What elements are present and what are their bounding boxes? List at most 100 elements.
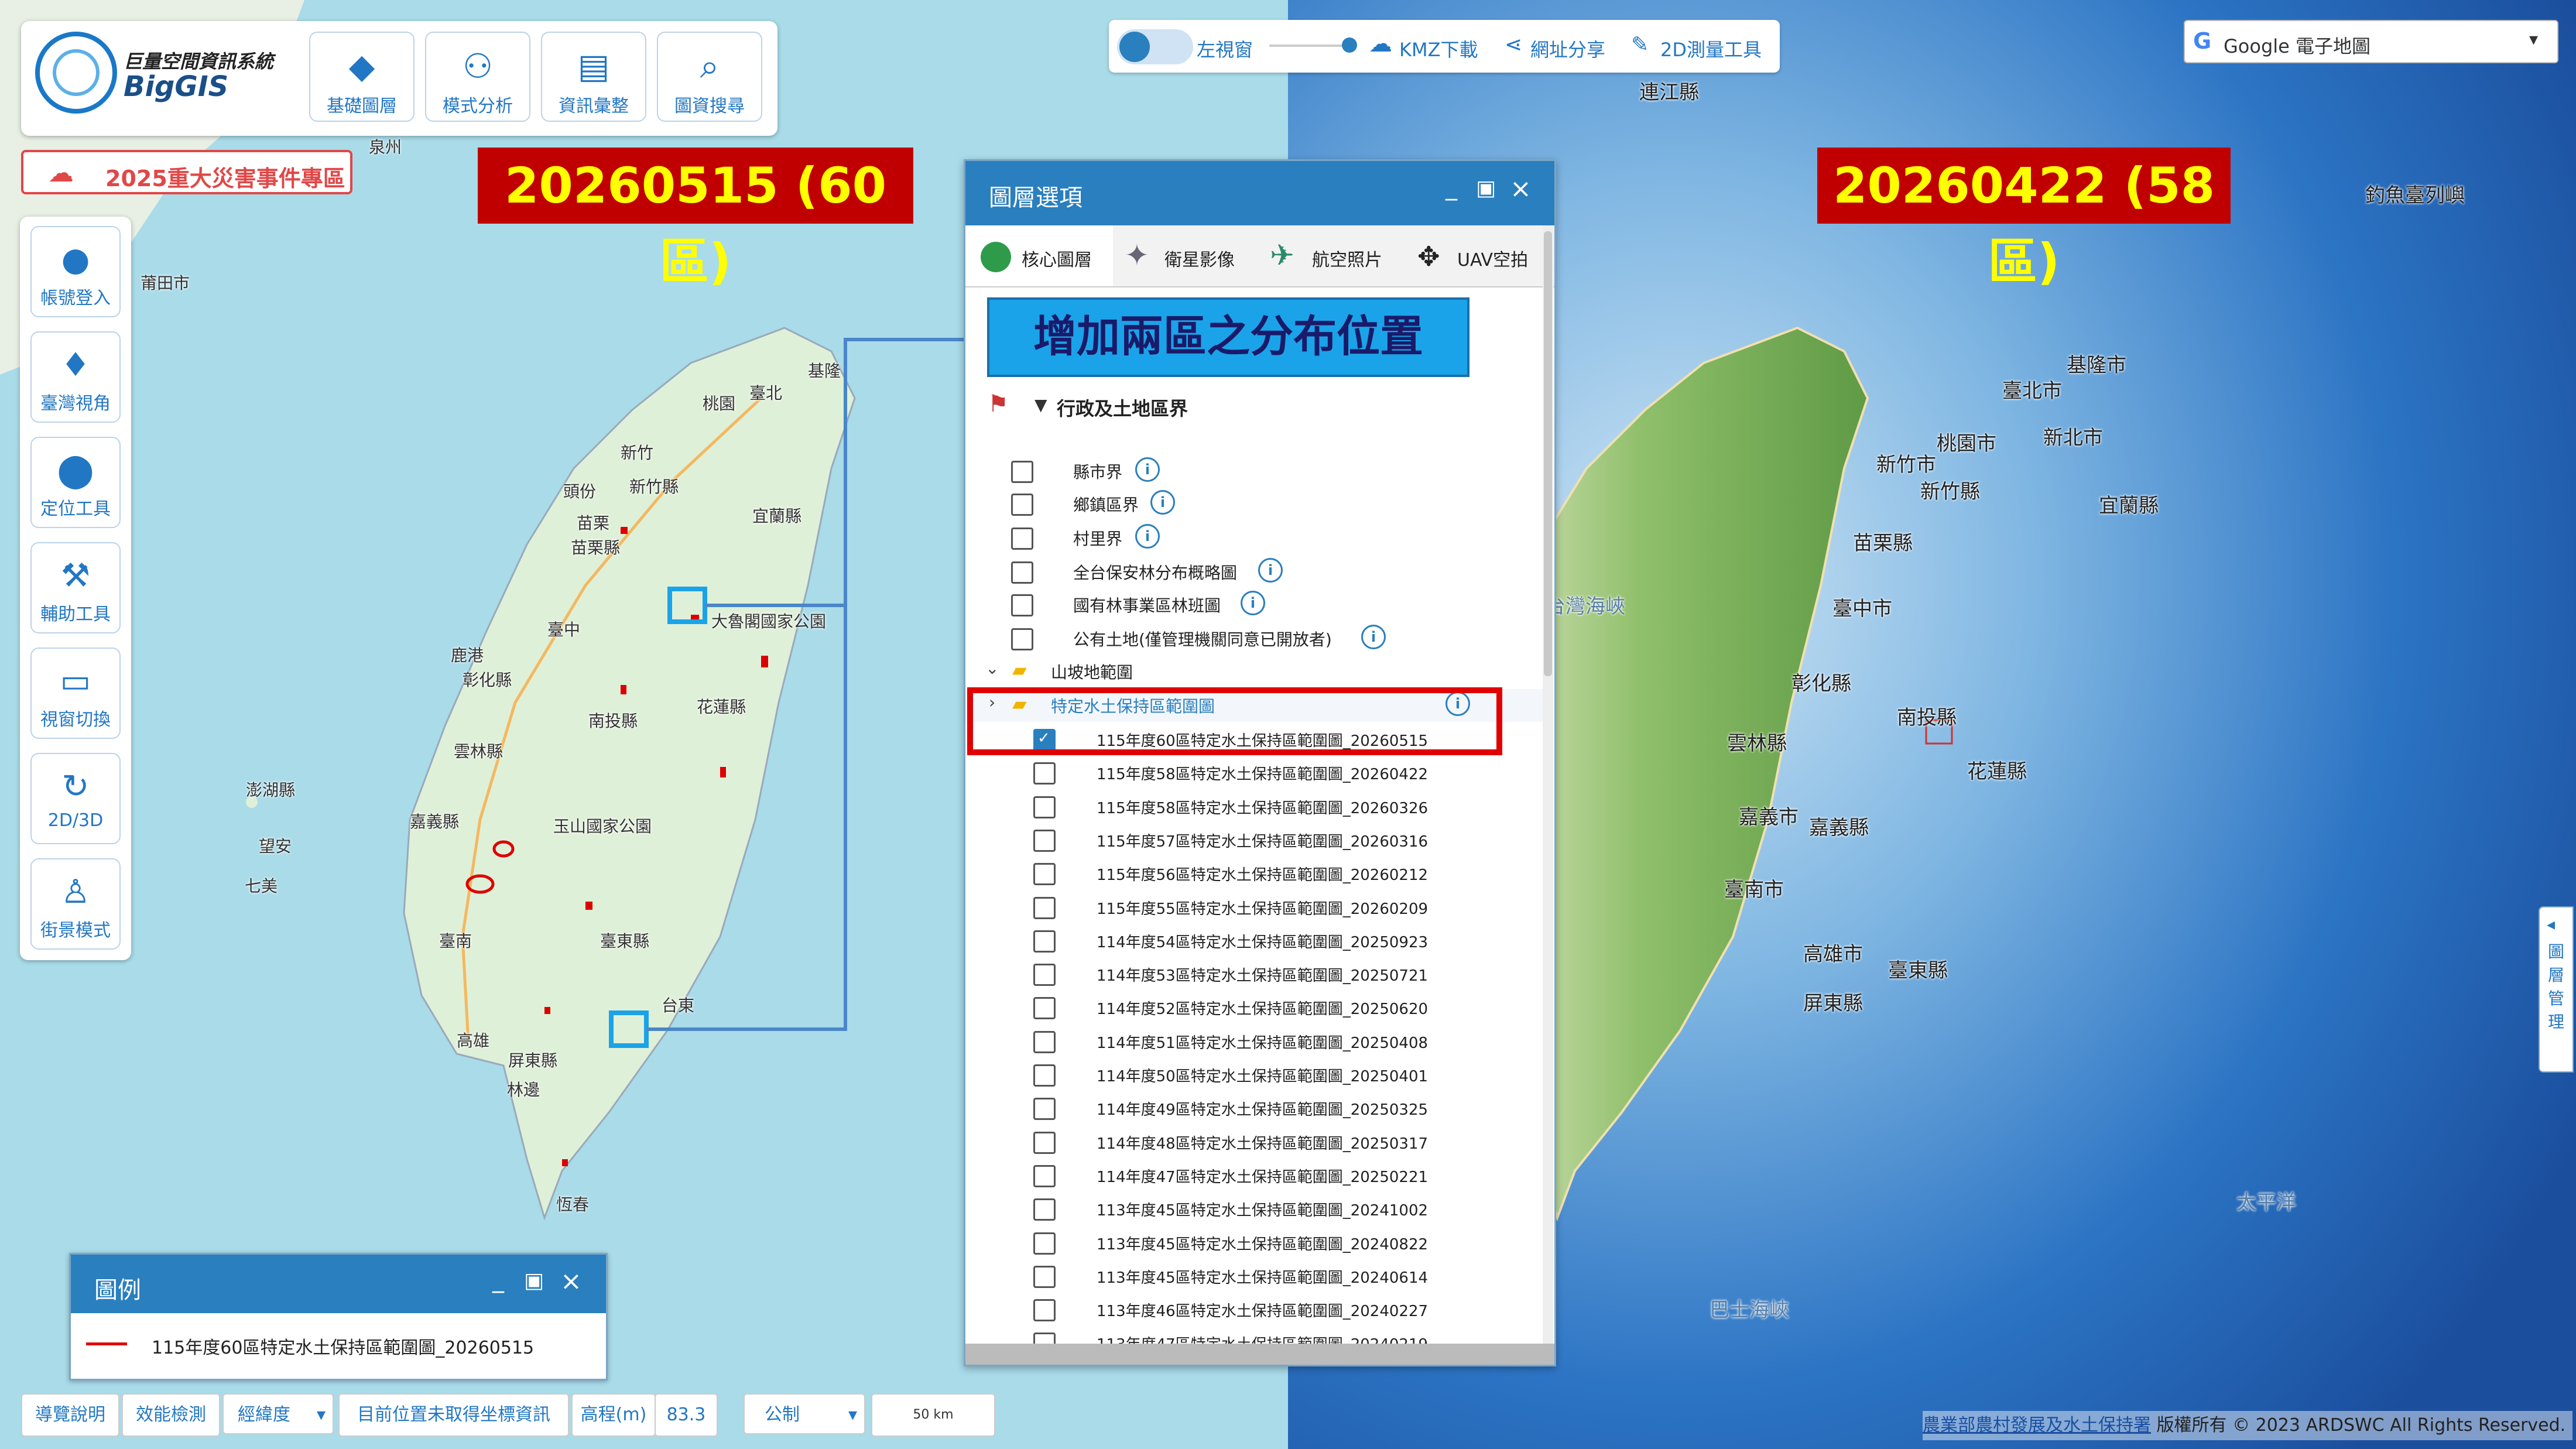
cloud-download-icon: ☁ — [1369, 30, 1392, 57]
legend-header: 圖例 _ ▣ × — [71, 1255, 606, 1313]
scrollbar[interactable] — [1543, 225, 1553, 1365]
dataset-layer-row[interactable]: 113年度45區特定水土保持區範圍圖_20241002 — [965, 1193, 1545, 1225]
layer-checkbox[interactable] — [1033, 1198, 1056, 1221]
layer-checkbox[interactable] — [1011, 527, 1033, 550]
tab-aerial[interactable]: ✈ 航空照片 — [1259, 225, 1406, 286]
performance-button[interactable]: 效能檢測 — [122, 1393, 220, 1437]
dataset-layer-row[interactable]: 114年度50區特定水土保持區範圍圖_20250401 — [965, 1059, 1545, 1091]
tab-satellite[interactable]: ✦ 衛星影像 — [1113, 225, 1259, 286]
admin-group-label: 行政及土地區界 — [1057, 398, 1188, 420]
sidebar-item-streetview[interactable]: ♙ 街景模式 — [30, 858, 121, 950]
maximize-icon[interactable]: ▣ — [524, 1269, 544, 1293]
coordinate-system-select[interactable]: 經緯度 ▾ — [222, 1393, 334, 1434]
layer-checkbox[interactable] — [1033, 829, 1056, 852]
layer-row[interactable]: 縣市界 i — [965, 455, 1545, 488]
left-window-toggle[interactable] — [1117, 29, 1193, 64]
layer-row[interactable]: 村里界 i — [965, 522, 1545, 554]
event-banner[interactable]: ☁ 2025重大災害事件專區 — [21, 150, 352, 194]
layer-row[interactable]: 鄉鎮區界 i — [965, 488, 1545, 520]
layer-checkbox[interactable] — [1033, 1299, 1056, 1322]
layer-checkbox[interactable] — [1011, 594, 1033, 616]
maximize-icon[interactable]: ▣ — [1476, 176, 1496, 200]
window-icon: ▭ — [60, 662, 91, 700]
tab-uav[interactable]: ✥ UAV空拍 — [1406, 225, 1554, 286]
layer-checkbox[interactable] — [1033, 896, 1056, 919]
sidebar-item-locate[interactable]: ⬤ 定位工具 — [30, 437, 121, 528]
dataset-layer-row[interactable]: 113年度45區特定水土保持區範圍圖_20240822 — [965, 1227, 1545, 1259]
basemap-select[interactable]: G Google 電子地圖 ▾ — [2184, 20, 2558, 63]
info-icon[interactable]: i — [1258, 558, 1283, 583]
layer-checkbox[interactable] — [1033, 796, 1056, 818]
sidebar-item-tools[interactable]: ⚒ 輔助工具 — [30, 542, 121, 633]
dataset-layer-row[interactable]: 114年度54區特定水土保持區範圍圖_20250923 — [965, 924, 1545, 957]
layer-checkbox[interactable] — [1011, 628, 1033, 650]
layer-checkbox[interactable] — [1033, 1164, 1056, 1187]
unit-select[interactable]: 公制 ▾ — [744, 1393, 865, 1434]
layer-checkbox[interactable] — [1033, 1098, 1056, 1121]
dataset-layer-row[interactable]: 115年度56區特定水土保持區範圍圖_20260212 — [965, 857, 1545, 890]
layer-label: 113年度45區特定水土保持區範圍圖_20241002 — [1097, 1202, 1429, 1220]
dataset-layer-row[interactable]: 113年度45區特定水土保持區範圍圖_20240614 — [965, 1260, 1545, 1293]
minimize-icon[interactable]: _ — [1445, 174, 1457, 201]
info-icon[interactable]: i — [1150, 490, 1175, 515]
map-label: 台東 — [662, 996, 695, 1015]
layer-row[interactable]: 國有林事業區林班圖 i — [965, 588, 1545, 621]
dataset-layer-row[interactable]: 114年度52區特定水土保持區範圍圖_20250620 — [965, 991, 1545, 1024]
tab-core-layers[interactable]: 核心圖層 — [965, 225, 1113, 286]
layer-checkbox[interactable] — [1033, 997, 1056, 1020]
layer-checkbox[interactable] — [1033, 1064, 1056, 1087]
horizontal-scrollbar[interactable] — [965, 1344, 1554, 1365]
kmz-download-button[interactable]: KMZ下載 — [1399, 35, 1478, 62]
guide-button[interactable]: 導覽說明 — [21, 1393, 119, 1437]
sidebar-item-window-switch[interactable]: ▭ 視窗切換 — [30, 648, 121, 739]
sidebar-item-2d3d[interactable]: ↻ 2D/3D — [30, 753, 121, 844]
layer-checkbox[interactable] — [1033, 1265, 1056, 1288]
minimize-icon[interactable]: _ — [492, 1266, 504, 1293]
info-icon[interactable]: i — [1241, 591, 1265, 615]
sidebar-item-taiwan-view[interactable]: ♦ 臺灣視角 — [30, 331, 121, 423]
map-label: 巴士海峽 — [1710, 1299, 1789, 1322]
dataset-layer-row[interactable]: 114年度49區特定水土保持區範圍圖_20250325 — [965, 1092, 1545, 1125]
info-icon[interactable]: i — [1135, 524, 1160, 549]
toolbar-search-button[interactable]: ⌕ 圖資搜尋 — [657, 32, 762, 122]
layer-checkbox[interactable] — [1033, 762, 1056, 785]
layer-checkbox[interactable] — [1011, 561, 1033, 584]
toolbar-info-button[interactable]: ▤ 資訊彙整 — [541, 32, 646, 122]
dataset-layer-row[interactable]: 115年度57區特定水土保持區範圍圖_20260316 — [965, 824, 1545, 857]
dataset-layer-row[interactable]: 114年度51區特定水土保持區範圍圖_20250408 — [965, 1025, 1545, 1058]
toolbar-base-layers-button[interactable]: ◆ 基礎圖層 — [309, 32, 415, 122]
close-icon[interactable]: × — [1510, 174, 1532, 204]
toolbar-analysis-button[interactable]: ⚇ 模式分析 — [425, 32, 530, 122]
dataset-layer-row[interactable]: 113年度46區特定水土保持區範圍圖_20240227 — [965, 1293, 1545, 1326]
info-icon[interactable]: i — [1135, 457, 1160, 482]
layer-checkbox[interactable] — [1033, 863, 1056, 886]
layer-checkbox[interactable] — [1033, 1131, 1056, 1154]
layer-checkbox[interactable] — [1033, 930, 1056, 953]
layer-label: 115年度58區特定水土保持區範圍圖_20260422 — [1097, 766, 1429, 784]
layer-label: 113年度46區特定水土保持區範圍圖_20240227 — [1097, 1303, 1429, 1321]
info-icon[interactable]: i — [1361, 625, 1386, 649]
opacity-slider[interactable] — [1269, 37, 1357, 53]
layer-checkbox[interactable] — [1033, 1232, 1056, 1255]
dataset-layer-row[interactable]: 114年度48區特定水土保持區範圍圖_20250317 — [965, 1126, 1545, 1159]
measure-tool-button[interactable]: 2D測量工具 — [1660, 35, 1762, 62]
dataset-layer-row[interactable]: 115年度58區特定水土保持區範圍圖_20260326 — [965, 790, 1545, 823]
layer-row[interactable]: 全台保安林分布概略圖 i — [965, 556, 1545, 588]
dataset-layer-row[interactable]: 114年度53區特定水土保持區範圍圖_20250721 — [965, 958, 1545, 991]
share-url-button[interactable]: 網址分享 — [1530, 35, 1605, 62]
caret-down-icon[interactable]: ▼ — [1034, 395, 1047, 415]
layer-manager-tab[interactable]: ◂ 圖層管理 — [2539, 906, 2574, 1073]
dataset-layer-row[interactable]: 115年度55區特定水土保持區範圍圖_20260209 — [965, 891, 1545, 924]
dataset-layer-row[interactable]: 115年度58區特定水土保持區範圍圖_20260422 — [965, 756, 1545, 789]
dataset-layer-row[interactable]: 114年度47區特定水土保持區範圍圖_20250221 — [965, 1159, 1545, 1192]
layer-checkbox[interactable] — [1011, 461, 1033, 483]
layer-checkbox[interactable] — [1033, 1030, 1056, 1053]
map-label: 新北市 — [2043, 426, 2103, 450]
sidebar-item-login[interactable]: ● 帳號登入 — [30, 226, 121, 317]
layer-checkbox[interactable] — [1011, 494, 1033, 516]
layer-checkbox[interactable] — [1033, 964, 1056, 986]
layer-row[interactable]: 公有土地(僅管理機關同意已開放者) i — [965, 622, 1545, 655]
folder-row-slope[interactable]: ⌄ ▰ 山坡地範圍 — [965, 655, 1545, 688]
copyright-org-link[interactable]: 農業部農村發展及水土保持署 — [1923, 1415, 2151, 1436]
close-icon[interactable]: × — [560, 1266, 582, 1296]
